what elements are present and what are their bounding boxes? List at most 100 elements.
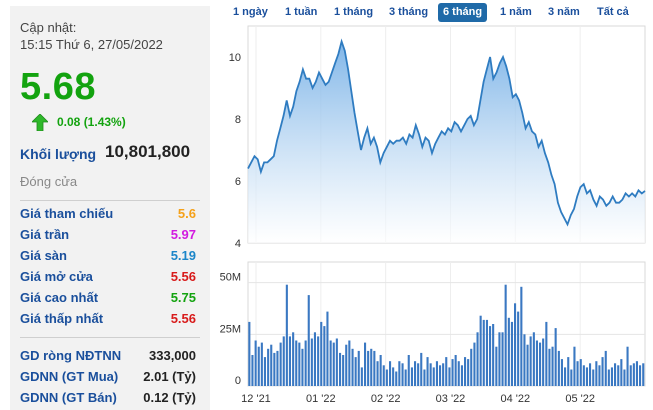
volume-bar	[357, 350, 360, 386]
volume-bar	[507, 317, 510, 386]
volume-bar	[617, 365, 620, 386]
volume-bar	[360, 367, 363, 386]
volume-bar	[554, 328, 557, 386]
volume-bar	[329, 340, 332, 386]
volume-axis-tick-label: 50M	[220, 272, 241, 284]
volume-bar	[445, 357, 448, 386]
volume-bar	[629, 365, 632, 386]
volume-bar	[610, 367, 613, 386]
volume-bar	[373, 350, 376, 386]
volume-bar	[623, 369, 626, 386]
volume-bar	[317, 336, 320, 386]
volume-bar	[573, 346, 576, 386]
volume-axis-tick-label: 0	[235, 375, 241, 387]
x-axis-tick-label: 05 '22	[565, 393, 595, 405]
price-axis-tick-label: 8	[235, 114, 241, 126]
volume-bar	[454, 355, 457, 386]
price-axis-tick-label: 4	[235, 238, 241, 250]
volume-bar	[298, 342, 301, 386]
volume-bar	[398, 361, 401, 386]
volume-bar	[460, 365, 463, 386]
volume-bar	[310, 338, 313, 386]
volume-bar	[517, 311, 520, 386]
volume-bar	[267, 348, 270, 386]
volume-bar	[545, 321, 548, 386]
volume-bar	[432, 367, 435, 386]
volume-bar	[639, 365, 642, 386]
volume-bar	[542, 338, 545, 386]
volume-bar	[254, 340, 257, 386]
volume-bar	[489, 326, 492, 386]
price-axis-tick-label: 6	[235, 176, 241, 188]
volume-bar	[288, 336, 291, 386]
volume-bar	[526, 344, 529, 386]
volume-bar	[270, 344, 273, 386]
volume-bar	[585, 367, 588, 386]
volume-bar	[251, 355, 254, 386]
volume-bar	[579, 359, 582, 386]
volume-bar	[401, 363, 404, 386]
volume-bar	[367, 350, 370, 386]
volume-axis-tick-label: 25M	[220, 323, 241, 335]
volume-bar	[420, 352, 423, 386]
volume-bar	[307, 295, 310, 386]
volume-bar	[514, 303, 517, 386]
x-axis-tick-label: 12 '21	[241, 393, 271, 405]
volume-bar	[385, 369, 388, 386]
volume-bar	[632, 363, 635, 386]
volume-bar	[414, 361, 417, 386]
price-volume-chart: 4 6 8 10 0 25M 50M 12 '21 01 '22 02 '22 03 '22 04 '…	[220, 25, 646, 405]
x-axis-tick-label: 01 '22	[306, 393, 336, 405]
volume-bar	[464, 357, 467, 386]
volume-bar	[273, 352, 276, 386]
x-axis-tick-label: 04 '22	[501, 393, 531, 405]
volume-bar	[323, 326, 326, 386]
volume-bar	[601, 357, 604, 386]
volume-bar	[560, 359, 563, 386]
volume-bar	[335, 338, 338, 386]
volume-bar	[498, 332, 501, 386]
volume-bar	[576, 361, 579, 386]
volume-bar	[389, 361, 392, 386]
x-axis-tick-label: 03 '22	[436, 393, 466, 405]
volume-bar	[376, 361, 379, 386]
volume-bar	[448, 367, 451, 386]
volume-bar	[379, 355, 382, 386]
volume-bar	[523, 334, 526, 386]
volume-bar	[351, 348, 354, 386]
volume-bar	[501, 332, 504, 386]
volume-bar	[292, 332, 295, 386]
volume-bar	[520, 286, 523, 386]
volume-bar	[339, 352, 342, 386]
volume-bar	[582, 365, 585, 386]
volume-bar	[407, 355, 410, 386]
volume-bar	[382, 365, 385, 386]
volume-bar	[589, 363, 592, 386]
volume-bar	[417, 363, 420, 386]
volume-bar	[470, 348, 473, 386]
volume-bar	[410, 367, 413, 386]
volume-bar	[548, 348, 551, 386]
volume-bar	[295, 340, 298, 386]
volume-bar	[326, 311, 329, 386]
volume-bar	[304, 340, 307, 386]
volume-bar	[551, 346, 554, 386]
volume-bar	[642, 363, 645, 386]
volume-bar	[604, 350, 607, 386]
volume-bar	[332, 342, 335, 386]
volume-bar	[313, 332, 316, 386]
x-axis-tick-label: 02 '22	[371, 393, 401, 405]
volume-bar	[482, 319, 485, 386]
volume-bar	[535, 340, 538, 386]
volume-bar	[539, 342, 542, 386]
volume-bar	[392, 367, 395, 386]
volume-bar	[614, 363, 617, 386]
volume-bar	[607, 369, 610, 386]
price-axis-tick-label: 10	[229, 52, 241, 64]
volume-bar	[495, 346, 498, 386]
volume-bar	[567, 357, 570, 386]
volume-bar	[348, 340, 351, 386]
volume-bar	[257, 346, 260, 386]
volume-bar	[282, 336, 285, 386]
volume-bar	[248, 321, 251, 386]
